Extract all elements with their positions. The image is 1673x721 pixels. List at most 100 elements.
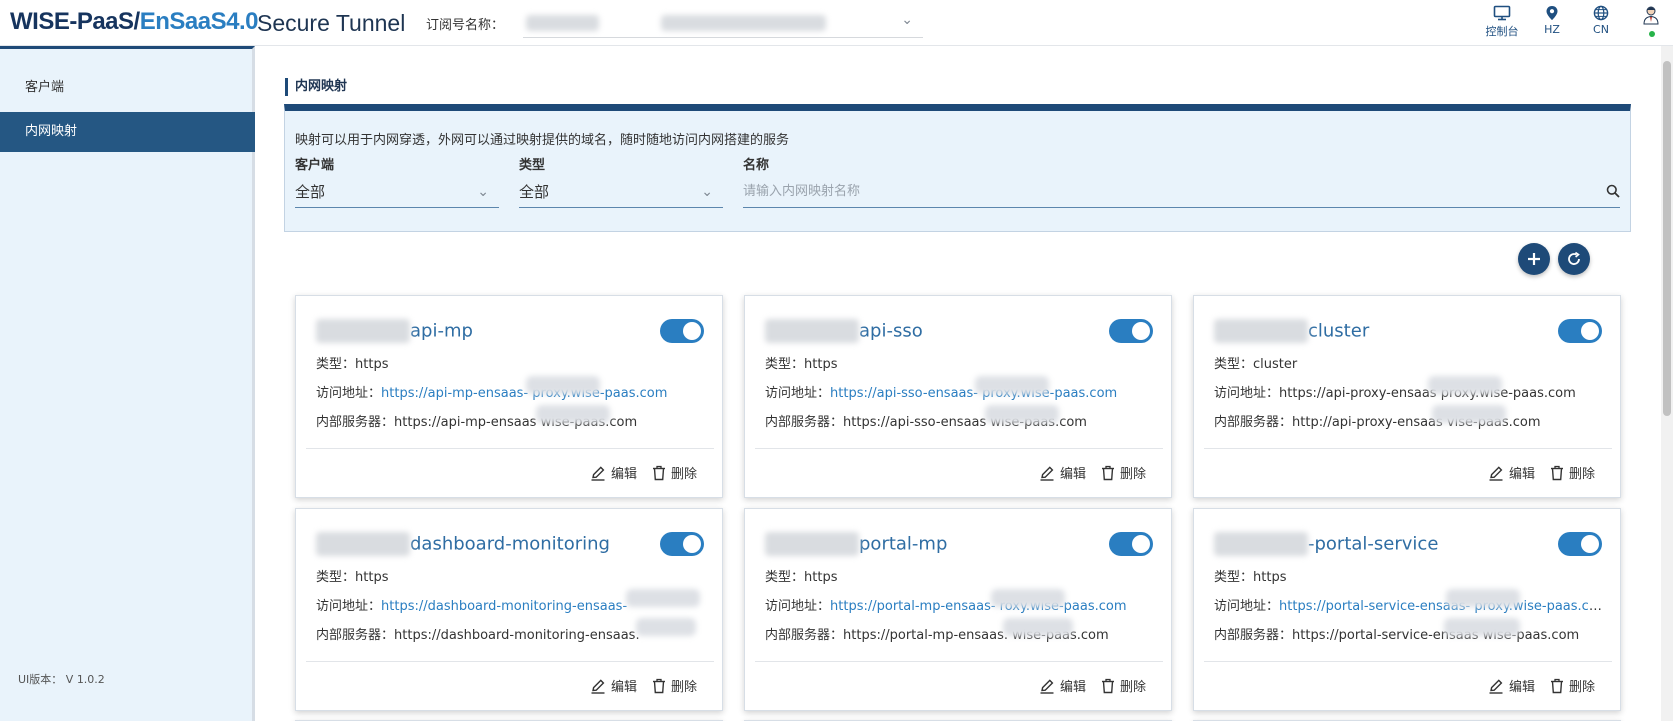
redacted-subscription-b [661,15,826,31]
edit-label: 编辑 [611,680,638,695]
sidebar-item-client[interactable]: 客户端 [0,68,255,108]
access-url-link[interactable]: https://portal-mp-ensaas- roxy.wise-paas… [830,599,1127,614]
type-value: https [355,357,389,372]
access-url-link[interactable]: https://api-sso-ensaas- proxy.wise-paas.… [830,386,1117,401]
monitor-icon [1493,5,1511,21]
language-button[interactable]: CN [1589,5,1613,36]
app-title: Secure Tunnel [257,10,406,36]
edit-button[interactable]: 编辑 [1488,676,1535,695]
mapping-enable-toggle[interactable] [1558,319,1602,343]
redacted-internal [536,405,610,423]
mapping-title-text: api-mp [410,320,473,342]
mapping-enable-toggle[interactable] [1109,319,1153,343]
sidebar-item-intranet-mapping[interactable]: 内网映射 [0,112,255,152]
toggle-knob [1581,535,1599,553]
access-url-link[interactable]: https://dashboard-monitoring-ensaas- [381,599,627,614]
subscription-select[interactable]: ⌄ [523,8,923,38]
access-label: 访问地址： [316,599,382,614]
access-label: 访问地址： [1214,599,1280,614]
mapping-title-text: cluster [1308,320,1370,342]
mapping-type-row: 类型：cluster [1214,353,1604,372]
delete-label: 删除 [671,467,698,482]
redacted-internal [1432,405,1506,423]
sidebar: 客户端 内网映射 UI版本： V 1.0.2 [0,46,255,721]
mapping-description: 映射可以用于内网穿透，外网可以通过映射提供的域名，随时随地访问内网搭建的服务 [295,133,790,148]
edit-button[interactable]: 编辑 [1039,463,1086,482]
mapping-enable-toggle[interactable] [1558,532,1602,556]
page-title: 内网映射 [285,78,347,96]
scrollbar-thumb[interactable] [1663,61,1671,416]
redacted-prefix [765,319,859,343]
page-scrollbar[interactable] [1661,46,1673,721]
redacted-prefix [1214,319,1308,343]
name-search-input[interactable] [743,176,1583,206]
pencil-icon [1489,679,1503,694]
access-url-link[interactable]: https://api-mp-ensaas- proxy.wise-paas.c… [381,386,667,401]
delete-button[interactable]: 删除 [1550,463,1595,482]
user-menu-button[interactable] [1641,5,1661,27]
mapping-card[interactable]: portal-mp 类型：https 访问地址：https://portal-m… [744,508,1172,711]
delete-button[interactable]: 删除 [1550,676,1595,695]
refresh-button[interactable] [1558,243,1590,275]
mapping-type-row: 类型：https [765,353,1155,372]
filter-panel: 映射可以用于内网穿透，外网可以通过映射提供的域名，随时随地访问内网搭建的服务 客… [284,104,1631,232]
mapping-card[interactable]: cluster 类型：cluster 访问地址：https://api-prox… [1193,295,1621,498]
type-value: https [804,570,838,585]
redacted-subscription-a [526,15,599,31]
mapping-enable-toggle[interactable] [660,532,704,556]
client-filter-select[interactable]: 全部 ⌄ [295,176,499,208]
delete-label: 删除 [1120,467,1147,482]
mapping-title-text: -portal-service [1308,533,1439,555]
edit-button[interactable]: 编辑 [1488,463,1535,482]
edit-label: 编辑 [1060,680,1087,695]
console-button[interactable]: 控制台 [1482,5,1522,39]
delete-button[interactable]: 删除 [1101,463,1146,482]
card-divider [306,448,714,449]
top-header: WISE-PaaS/EnSaaS4.0 Secure Tunnel 订阅号名称：… [0,0,1673,46]
mapping-card[interactable]: -portal-service 类型：https 访问地址：https://po… [1193,508,1621,711]
pencil-icon [1040,679,1054,694]
edit-label: 编辑 [611,467,638,482]
edit-button[interactable]: 编辑 [1039,676,1086,695]
redacted-internal [1003,618,1073,636]
name-filter-label: 名称 [743,158,770,173]
type-filter-label: 类型 [519,158,546,173]
trash-icon [1551,465,1563,481]
card-divider [306,661,714,662]
edit-button[interactable]: 编辑 [590,463,637,482]
delete-button[interactable]: 删除 [652,676,697,695]
toggle-knob [683,535,701,553]
delete-button[interactable]: 删除 [652,463,697,482]
redacted-internal [1444,618,1520,636]
type-filter-select[interactable]: 全部 ⌄ [519,176,723,208]
mapping-card[interactable]: api-sso 类型：https 访问地址：https://api-sso-en… [744,295,1172,498]
mapping-internal-row: 内部服务器：https://portal-mp-ensaas. wise-paa… [765,624,1155,643]
internal-label: 内部服务器： [1214,628,1293,643]
search-icon[interactable] [1606,184,1620,198]
mapping-type-row: 类型：https [316,566,706,585]
pencil-icon [1489,466,1503,481]
access-label: 访问地址： [1214,386,1280,401]
brand-logo[interactable]: WISE-PaaS/EnSaaS4.0 [10,8,258,36]
redacted-internal [636,618,696,636]
mapping-title-text: portal-mp [859,533,948,555]
chevron-down-icon: ⌄ [901,12,913,28]
access-url-link[interactable]: https://portal-service-ensaas- proxy.wis… [1279,599,1604,614]
region-button[interactable]: HZ [1540,5,1564,36]
add-mapping-button[interactable] [1518,243,1550,275]
toggle-knob [1581,322,1599,340]
mapping-enable-toggle[interactable] [1109,532,1153,556]
edit-label: 编辑 [1509,467,1536,482]
type-label: 类型： [1214,570,1254,585]
edit-button[interactable]: 编辑 [590,676,637,695]
mapping-access-row: 访问地址：https://api-proxy-ensaas proxy.wise… [1214,382,1604,401]
name-search-field [743,176,1620,208]
mapping-enable-toggle[interactable] [660,319,704,343]
mapping-card[interactable]: api-mp 类型：https 访问地址：https://api-mp-ensa… [295,295,723,498]
redacted-access [1428,376,1502,394]
redacted-access [626,589,700,607]
mapping-internal-row: 内部服务器：https://api-sso-ensaas wise-paas.c… [765,411,1155,430]
mapping-card[interactable]: dashboard-monitoring 类型：https 访问地址：https… [295,508,723,711]
delete-button[interactable]: 删除 [1101,676,1146,695]
language-label: CN [1593,23,1609,36]
